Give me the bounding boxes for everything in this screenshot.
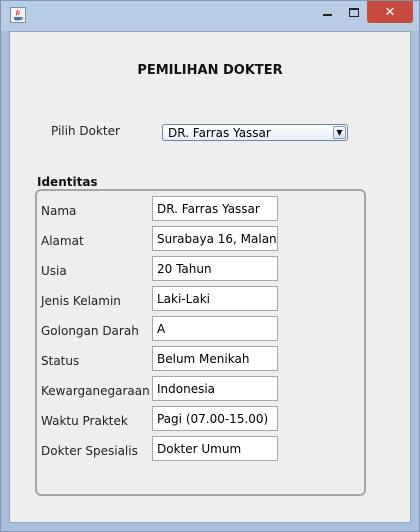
content-panel: PEMILIHAN DOKTER Pilih Dokter DR. Farras…: [9, 31, 411, 523]
nama-label: Nama: [41, 204, 77, 218]
dokter-spesialis-label: Dokter Spesialis: [41, 444, 138, 458]
pilih-dokter-label: Pilih Dokter: [51, 124, 120, 138]
golongan-darah-field[interactable]: A: [152, 316, 278, 341]
form-title: PEMILIHAN DOKTER: [137, 63, 283, 78]
jenis-kelamin-field[interactable]: Laki-Laki: [152, 286, 278, 311]
nama-field[interactable]: DR. Farras Yassar: [152, 196, 278, 221]
status-field[interactable]: Belum Menikah: [152, 346, 278, 371]
doctor-select-value: DR. Farras Yassar: [168, 126, 271, 140]
java-app-icon[interactable]: [10, 7, 26, 23]
jenis-kelamin-label: Jenis Kelamin: [41, 294, 121, 308]
identitas-group-label: Identitas: [37, 175, 98, 189]
maximize-button[interactable]: [341, 1, 367, 23]
title-bar[interactable]: ✕: [1, 1, 419, 31]
minimize-icon: [322, 14, 332, 16]
kewarganegaraan-field[interactable]: Indonesia: [152, 376, 278, 401]
kewarganegaraan-label: Kewarganegaraan: [41, 384, 150, 398]
app-window: ✕ PEMILIHAN DOKTER Pilih Dokter DR. Farr…: [0, 0, 420, 532]
dropdown-arrow-icon[interactable]: ▼: [333, 126, 346, 139]
alamat-field[interactable]: Surabaya 16, Malang: [152, 226, 278, 251]
waktu-praktek-field[interactable]: Pagi (07.00-15.00): [152, 406, 278, 431]
golongan-darah-label: Golongan Darah: [41, 324, 139, 338]
dokter-spesialis-field[interactable]: Dokter Umum: [152, 436, 278, 461]
usia-label: Usia: [41, 264, 67, 278]
close-icon: ✕: [384, 4, 396, 20]
minimize-button[interactable]: [314, 1, 340, 23]
alamat-label: Alamat: [41, 234, 84, 248]
maximize-icon: [349, 7, 359, 17]
close-button[interactable]: ✕: [367, 1, 413, 23]
waktu-praktek-label: Waktu Praktek: [41, 414, 128, 428]
usia-field[interactable]: 20 Tahun: [152, 256, 278, 281]
status-label: Status: [41, 354, 80, 368]
doctor-select[interactable]: DR. Farras Yassar ▼: [162, 124, 348, 141]
